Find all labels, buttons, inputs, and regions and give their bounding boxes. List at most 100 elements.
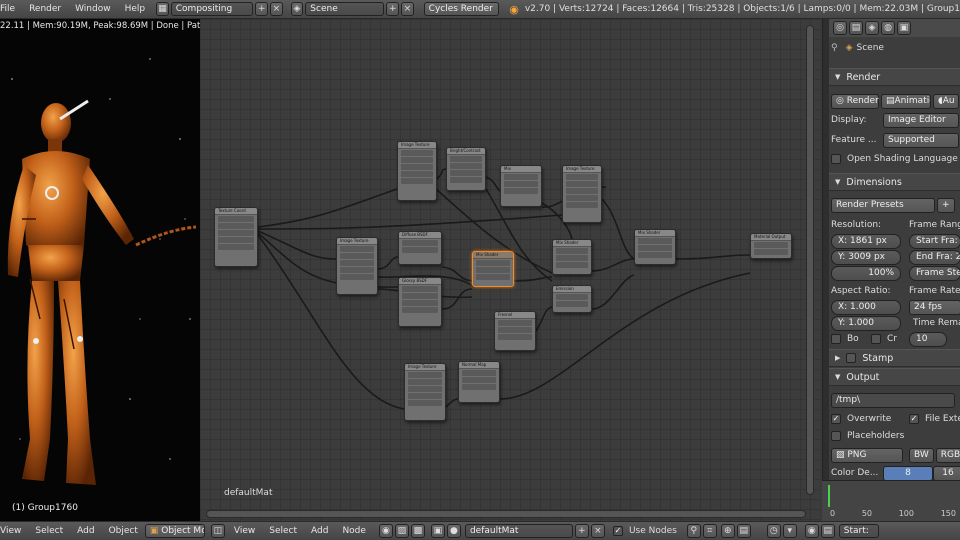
resolution-y-field[interactable]: Y: 3009 px [831, 249, 901, 265]
bright-contrast-node[interactable]: Bright/Contrast [446, 147, 486, 191]
menu-render[interactable]: Render [22, 4, 68, 14]
material-field[interactable]: defaultMat [464, 524, 573, 538]
use-nodes-checkbox[interactable]: ✓ [612, 526, 623, 536]
time-remap-old-field[interactable]: 10 [909, 331, 947, 347]
menu-help[interactable]: Help [118, 4, 153, 14]
border-checkbox[interactable] [831, 334, 841, 344]
dimensions-panel-header[interactable]: ▼ Dimensions [829, 173, 960, 191]
stamp-checkbox[interactable] [846, 353, 857, 363]
depth-8-button[interactable]: 8 [883, 465, 933, 481]
keying-icon[interactable]: ▾ [782, 524, 797, 538]
mix-shader-node-selected[interactable]: Mix Shader [472, 251, 514, 287]
vertical-scrollbar[interactable] [806, 25, 814, 495]
resolution-x-field[interactable]: X: 1861 px [831, 233, 901, 249]
crop-checkbox[interactable] [871, 334, 881, 344]
start-frame-field[interactable]: Start Fra: [909, 233, 960, 249]
texture-coordinate-node[interactable]: Texture Coord [214, 207, 258, 267]
backdrop-icon[interactable]: ▤ [736, 524, 751, 538]
delete-scene-icon[interactable]: × [401, 2, 414, 16]
fps-dropdown[interactable]: 24 fps [909, 299, 960, 315]
osl-row[interactable]: Open Shading Language [831, 151, 958, 167]
add-screen-icon[interactable]: + [255, 2, 269, 16]
select-menu-3d[interactable]: Select [28, 526, 70, 536]
timeline[interactable]: 0 50 100 150 [822, 480, 960, 521]
animation-button[interactable]: ▤Animatio [881, 93, 931, 109]
material-output-node[interactable]: Material Output [750, 233, 792, 259]
horizontal-scrollbar[interactable] [206, 510, 806, 518]
rgb-button[interactable]: RGB [935, 447, 960, 463]
render-panel-header[interactable]: ▼ Render [829, 68, 960, 86]
feature-set-dropdown[interactable]: Supported [883, 132, 959, 148]
placeholders-checkbox[interactable] [831, 431, 841, 441]
menu-file[interactable]: File [0, 4, 22, 14]
zoom-icon[interactable]: ⊕ [720, 524, 735, 538]
compositing-type-icon[interactable]: ▩ [410, 524, 425, 538]
add-preset-button[interactable]: + [937, 197, 955, 213]
world-tab-icon[interactable]: ◍ [881, 21, 895, 35]
mix-shader-node-2[interactable]: Mix Shader [552, 239, 592, 275]
normal-map-node[interactable]: Normal Map [458, 361, 500, 403]
mode-dropdown[interactable]: ▣ Object Mode [144, 524, 205, 538]
start-frame-field-timeline[interactable]: Start: [838, 524, 879, 538]
output-path-field[interactable]: /tmp\ [831, 392, 955, 408]
current-frame-marker[interactable] [828, 485, 830, 507]
image-texture-node-1[interactable]: Image Texture [397, 141, 437, 201]
image-texture-node-2[interactable]: Image Texture [562, 165, 602, 223]
timeline-menu-icon[interactable]: ▤ [820, 524, 835, 538]
select-menu-node[interactable]: Select [262, 526, 304, 536]
scene-icon[interactable]: ◈ [290, 2, 304, 16]
screen-layout-icon[interactable]: ▦ [156, 2, 169, 16]
mix-rgb-node[interactable]: Mix [500, 165, 542, 207]
node-editor-type-icon[interactable]: ◫ [210, 524, 225, 538]
screen-layout-field[interactable]: Compositing [170, 2, 254, 16]
diffuse-bsdf-node[interactable]: Diffuse BSDF [398, 231, 442, 265]
render-engine-dropdown[interactable]: Cycles Render [423, 2, 500, 16]
resolution-percentage-field[interactable]: 100% [831, 265, 901, 281]
render-layers-tab-icon[interactable]: ▤ [849, 21, 863, 35]
frame-step-field[interactable]: Frame Ste [909, 265, 960, 281]
object-shader-icon[interactable]: ▣ [430, 524, 445, 538]
view-menu-3d[interactable]: View [0, 526, 28, 536]
object-menu[interactable]: Object [102, 526, 145, 536]
delete-material-icon[interactable]: × [590, 524, 605, 538]
scene-field[interactable]: Scene [305, 2, 385, 16]
osl-checkbox[interactable] [831, 154, 841, 164]
render-result-view[interactable]: 22.11 | Mem:90.19M, Peak:98.69M | Done |… [0, 19, 200, 521]
mix-shader-node-3[interactable]: Mix Shader [634, 229, 676, 265]
node-editor[interactable]: Texture Coord Image Texture Bright/Contr… [200, 19, 820, 521]
glossy-bsdf-node[interactable]: Glossy BSDF [398, 277, 442, 327]
snap-icon[interactable]: ⌗ [702, 524, 717, 538]
pin-icon[interactable]: ⚲ [831, 43, 838, 53]
file-format-dropdown[interactable]: ▨ PNG [831, 447, 903, 463]
depth-16-button[interactable]: 16 [933, 465, 960, 481]
scene-tab-icon[interactable]: ◈ [865, 21, 879, 35]
timeline-view-icon[interactable]: ◉ [804, 524, 819, 538]
render-button[interactable]: ◎ Render [831, 93, 879, 109]
add-menu-node[interactable]: Add [304, 526, 335, 536]
aspect-x-field[interactable]: X: 1.000 [831, 299, 901, 315]
audio-button[interactable]: ◖Au [933, 93, 959, 109]
output-panel-header[interactable]: ▼ Output [829, 368, 960, 386]
end-frame-field[interactable]: End Fra: 2 [909, 249, 960, 265]
camera-tab-icon[interactable]: ◎ [833, 21, 847, 35]
aspect-y-field[interactable]: Y: 1.000 [831, 315, 901, 331]
add-menu-3d[interactable]: Add [70, 526, 101, 536]
fresnel-node[interactable]: Fresnel [494, 311, 536, 351]
bw-button[interactable]: BW [909, 447, 934, 463]
overwrite-checkbox[interactable]: ✓ [831, 414, 841, 424]
shader-type-icon[interactable]: ◉ [378, 524, 393, 538]
texture-type-icon[interactable]: ▨ [394, 524, 409, 538]
file-extensions-checkbox[interactable]: ✓ [909, 414, 919, 424]
add-material-icon[interactable]: + [574, 524, 589, 538]
view-menu-node[interactable]: View [227, 526, 262, 536]
image-texture-node-4[interactable]: Image Texture [404, 363, 446, 421]
playback-icon[interactable]: ◷ [766, 524, 781, 538]
display-dropdown[interactable]: Image Editor [883, 112, 959, 128]
material-sphere-icon[interactable]: ● [446, 524, 461, 538]
emission-node[interactable]: Emission [552, 285, 592, 313]
render-presets-dropdown[interactable]: Render Presets [831, 197, 935, 213]
add-scene-icon[interactable]: + [386, 2, 400, 16]
pin-node-tree-icon[interactable]: ⚲ [686, 524, 701, 538]
delete-screen-icon[interactable]: × [270, 2, 283, 16]
image-texture-node-3[interactable]: Image Texture [336, 237, 378, 295]
